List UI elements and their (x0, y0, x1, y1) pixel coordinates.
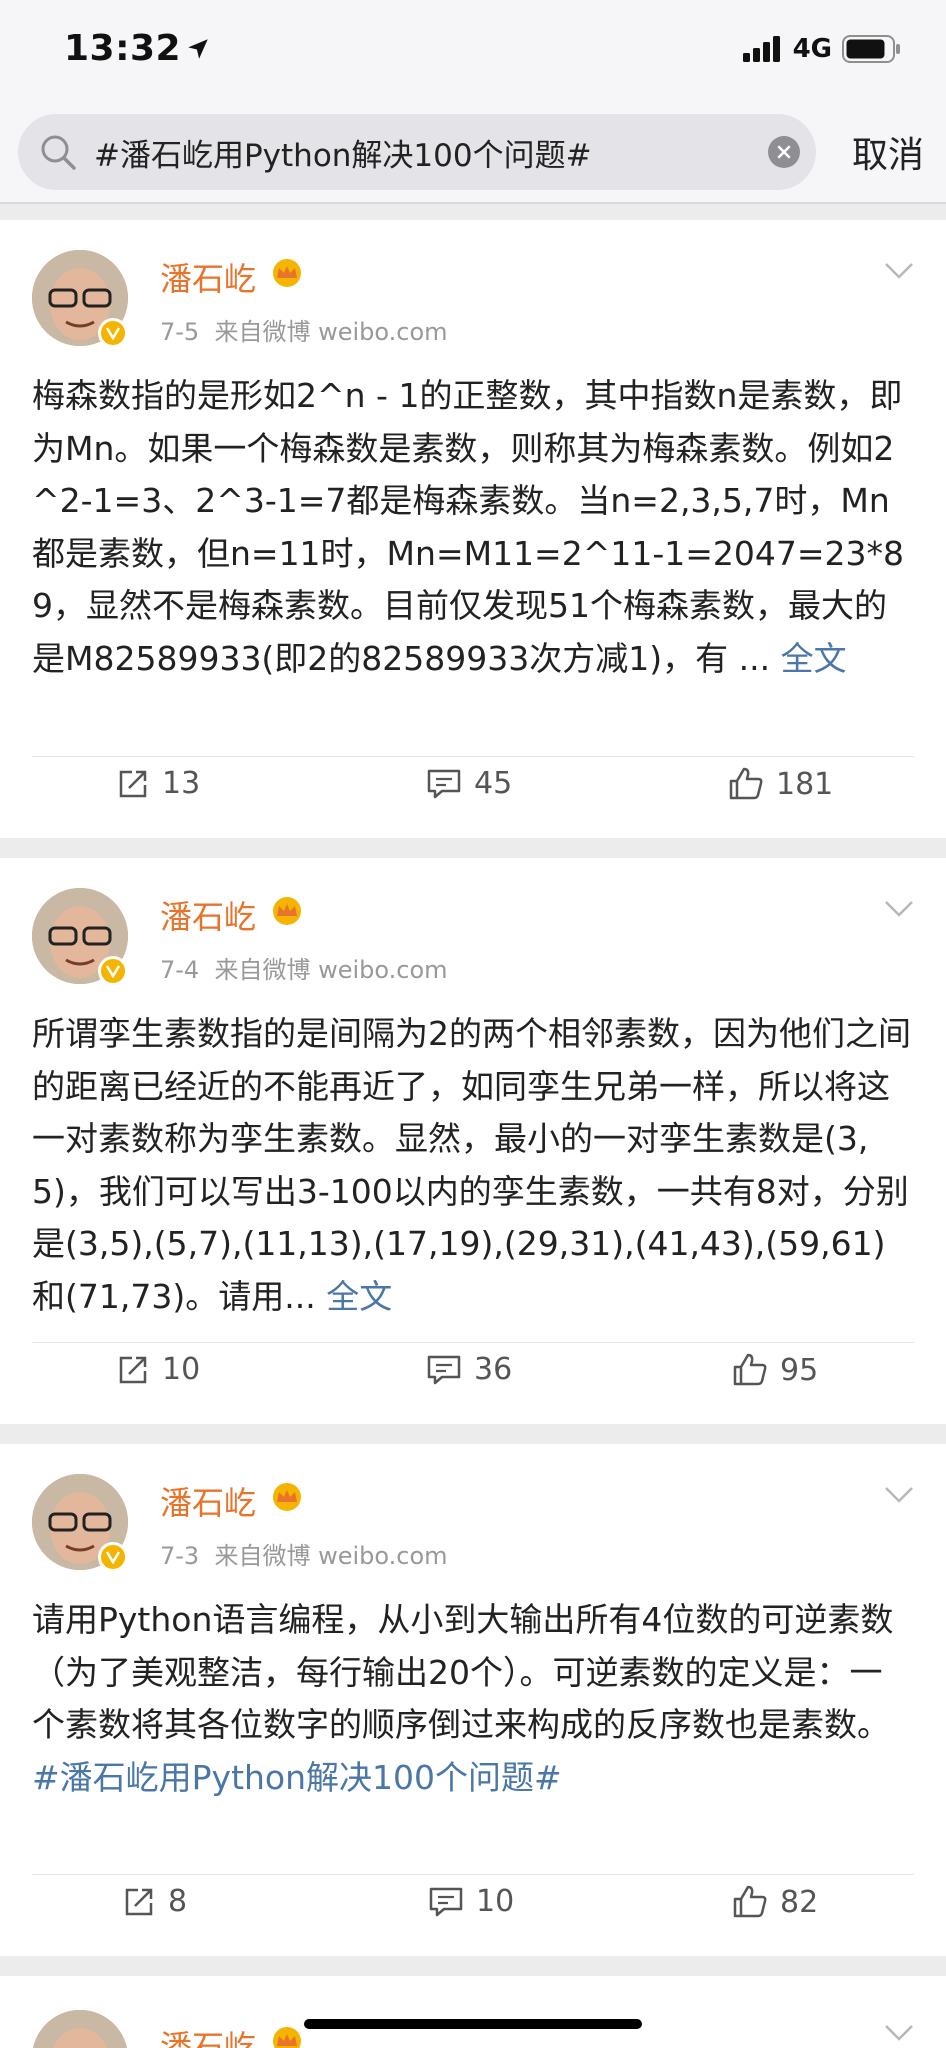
home-indicator[interactable] (304, 2019, 642, 2029)
search-header: 取消 (0, 104, 946, 204)
user-name[interactable]: 潘石屹 (160, 1478, 256, 1524)
divider (32, 1342, 914, 1343)
read-more-link[interactable]: 全文 (326, 1277, 392, 1316)
like-button[interactable]: 82 (732, 1884, 818, 1920)
repost-count: 8 (168, 1884, 188, 1919)
location-arrow-icon (188, 39, 208, 59)
comment-icon (429, 1887, 463, 1916)
divider (32, 756, 914, 757)
clear-search-button[interactable] (768, 136, 800, 168)
avatar-image (32, 2010, 128, 2048)
post-card: 潘石屹 7-5 来自微博 weibo.com 梅森数指的是形如2^n - 1的正… (0, 220, 946, 838)
chevron-down-icon[interactable] (884, 1486, 914, 1504)
post-meta: 7-4 来自微博 weibo.com (160, 950, 448, 985)
repost-count: 10 (162, 1352, 201, 1387)
like-button[interactable]: 95 (732, 1352, 818, 1388)
post-date: 7-4 (160, 956, 200, 984)
close-icon (777, 145, 791, 159)
crown-icon (273, 2027, 301, 2048)
hashtag-link[interactable]: #潘石屹用Python解决100个问题# (32, 1758, 562, 1797)
post-body: 所谓孪生素数指的是间隔为2的两个相邻素数，因为他们之间的距离已经近的不能再近了，… (32, 1014, 911, 1316)
user-name[interactable]: 潘石屹 (160, 2022, 256, 2048)
network-type: 4G (792, 34, 832, 64)
post-body: 梅森数指的是形如2^n - 1的正整数，其中指数n是素数，即为Mn。如果一个梅森… (32, 376, 905, 678)
thumbs-up-icon (733, 1885, 767, 1918)
post-text: 梅森数指的是形如2^n - 1的正整数，其中指数n是素数，即为Mn。如果一个梅森… (32, 370, 914, 685)
thumbs-up-icon (729, 767, 763, 800)
post-date: 7-5 (160, 318, 200, 346)
post-card: 潘石屹 (0, 1976, 946, 2048)
post-text: 请用Python语言编程，从小到大输出所有4位数的可逆素数（为了美观整洁，每行输… (32, 1594, 914, 1804)
like-count: 82 (780, 1884, 819, 1920)
chevron-down-icon[interactable] (884, 2024, 914, 2042)
repost-icon (119, 770, 147, 797)
cancel-button[interactable]: 取消 (852, 126, 924, 178)
action-bar: 10 36 95 (0, 1352, 946, 1412)
user-name[interactable]: 潘石屹 (160, 892, 256, 938)
crown-icon (273, 1483, 301, 1511)
post-source: 来自微博 weibo.com (214, 318, 448, 346)
verified-badge-icon (98, 1542, 128, 1572)
post-card: 潘石屹 7-3 来自微博 weibo.com 请用Python语言编程，从小到大… (0, 1444, 946, 1956)
comment-icon (427, 769, 461, 798)
repost-button[interactable]: 10 (116, 1352, 200, 1387)
comment-count: 36 (474, 1352, 513, 1387)
divider (32, 1874, 914, 1875)
user-name[interactable]: 潘石屹 (160, 254, 256, 300)
status-indicators: 4G (742, 34, 902, 64)
post-body: 请用Python语言编程，从小到大输出所有4位数的可逆素数（为了美观整洁，每行输… (32, 1600, 894, 1744)
repost-button[interactable]: 13 (116, 766, 200, 801)
comment-icon (427, 1355, 461, 1384)
comment-button[interactable]: 10 (428, 1884, 514, 1919)
repost-count: 13 (162, 766, 201, 801)
chevron-down-icon[interactable] (884, 262, 914, 280)
time-text: 13:32 (64, 28, 182, 69)
post-source: 来自微博 weibo.com (214, 1542, 448, 1570)
search-box[interactable] (18, 114, 816, 190)
comment-button[interactable]: 36 (426, 1352, 512, 1387)
search-input[interactable] (94, 122, 774, 182)
comment-count: 10 (476, 1884, 515, 1919)
read-more-link[interactable]: 全文 (781, 639, 847, 678)
like-button[interactable]: 181 (728, 766, 833, 802)
post-source: 来自微博 weibo.com (214, 956, 448, 984)
battery-icon (842, 35, 900, 63)
status-time: 13:32 (64, 28, 211, 69)
crown-icon (273, 897, 301, 925)
search-icon (41, 135, 76, 170)
repost-icon (125, 1888, 153, 1915)
verified-badge-icon (98, 318, 128, 348)
post-meta: 7-3 来自微博 weibo.com (160, 1536, 448, 1571)
verified-badge-icon (98, 956, 128, 986)
post-text: 所谓孪生素数指的是间隔为2的两个相邻素数，因为他们之间的距离已经近的不能再近了，… (32, 1008, 914, 1323)
comment-button[interactable]: 45 (426, 766, 512, 801)
repost-button[interactable]: 8 (122, 1884, 187, 1919)
crown-icon (273, 259, 301, 287)
comment-count: 45 (474, 766, 513, 801)
action-bar: 13 45 181 (0, 766, 946, 826)
chevron-down-icon[interactable] (884, 900, 914, 918)
like-count: 95 (780, 1352, 819, 1388)
post-date: 7-3 (160, 1542, 200, 1570)
avatar[interactable] (32, 2010, 128, 2048)
post-meta: 7-5 来自微博 weibo.com (160, 312, 448, 347)
action-bar: 8 10 82 (0, 1884, 946, 1944)
repost-icon (119, 1356, 147, 1383)
thumbs-up-icon (733, 1353, 767, 1386)
signal-icon (742, 36, 780, 62)
post-card: 潘石屹 7-4 来自微博 weibo.com 所谓孪生素数指的是间隔为2的两个相… (0, 858, 946, 1424)
like-count: 181 (776, 766, 834, 802)
status-bar: 13:32 4G (0, 0, 946, 104)
